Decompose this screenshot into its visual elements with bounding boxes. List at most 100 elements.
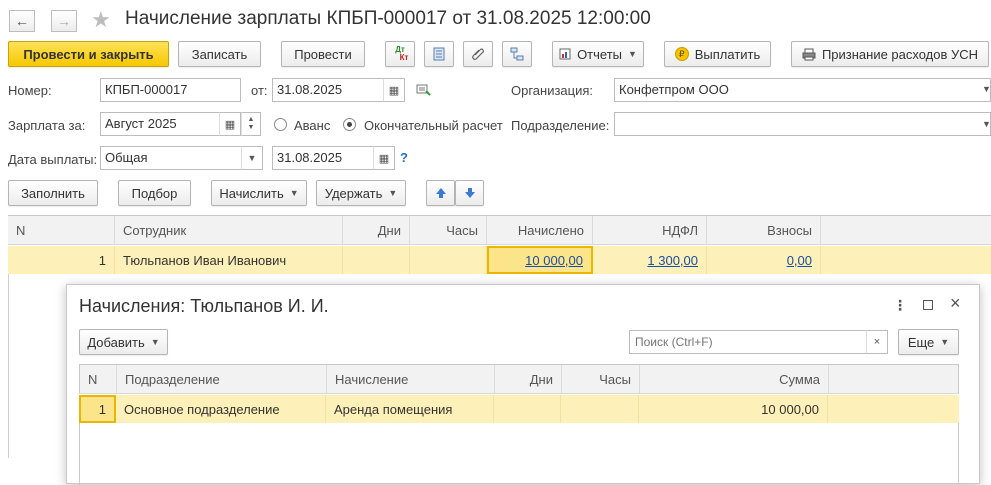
row-n: 1 <box>8 246 115 274</box>
number-edit-icon[interactable] <box>416 83 432 100</box>
register-list-button[interactable] <box>424 41 454 67</box>
more-button[interactable]: Еще ▼ <box>898 329 959 355</box>
col-n[interactable]: N <box>8 216 115 244</box>
printer-icon <box>802 48 816 60</box>
help-icon[interactable]: ? <box>400 150 408 165</box>
dropdown-arrow-icon: ▼ <box>150 337 160 347</box>
search-input[interactable] <box>629 330 867 354</box>
forward-button[interactable]: → <box>51 10 77 32</box>
popup-col-days[interactable]: Дни <box>495 365 562 393</box>
move-up-button[interactable] <box>426 180 455 206</box>
spin-down-icon: ▼ <box>247 124 255 131</box>
popup-title: Начисления: Тюльпанов И. И. <box>79 296 329 316</box>
accrue-button[interactable]: Начислить ▼ <box>211 180 307 206</box>
arrow-right-icon: → <box>57 13 71 29</box>
calendar-icon[interactable]: ▦ <box>383 78 405 102</box>
popup-row-sum[interactable]: 10 000,00 <box>639 395 828 423</box>
month-field[interactable]: Август 2025 <box>100 112 220 136</box>
add-button[interactable]: Добавить ▼ <box>79 329 168 355</box>
date-from-label: от: <box>251 83 268 98</box>
row-contrib-cell[interactable]: 0,00 <box>707 246 821 274</box>
dropdown-arrow-icon: ▼ <box>940 337 950 347</box>
paperclip-icon <box>472 48 484 60</box>
row-accrued-cell[interactable]: 10 000,00 <box>487 246 593 274</box>
dt-kt-button[interactable]: Дт Кт <box>385 41 415 67</box>
pay-date-field[interactable]: 31.08.2025 <box>272 146 374 170</box>
row-days[interactable] <box>343 246 410 274</box>
advance-radio[interactable] <box>274 118 287 131</box>
pay-date-calendar-icon[interactable]: ▦ <box>373 146 395 170</box>
col-employee[interactable]: Сотрудник <box>115 216 343 244</box>
popup-col-accrual[interactable]: Начисление <box>327 365 495 393</box>
move-down-button[interactable] <box>455 180 484 206</box>
row-ndfl-link[interactable]: 1 300,00 <box>647 253 698 268</box>
organization-field[interactable]: Конфетпром ООО <box>614 78 991 102</box>
popup-col-sum[interactable]: Сумма <box>640 365 829 393</box>
popup-row-dept[interactable]: Основное подразделение <box>116 395 326 423</box>
month-spinner[interactable]: ▲ ▼ <box>241 112 261 136</box>
popup-col-n[interactable]: N <box>80 365 117 393</box>
fill-button[interactable]: Заполнить <box>8 180 98 206</box>
pay-date-type-field[interactable]: Общая <box>100 146 242 170</box>
number-field[interactable]: КПБП-000017 <box>100 78 241 102</box>
usn-label: Признание расходов УСН <box>821 46 979 62</box>
arrow-left-icon: ← <box>15 13 29 29</box>
date-field[interactable]: 31.08.2025 <box>272 78 384 102</box>
maximize-icon[interactable] <box>923 300 933 310</box>
pay-label: Выплатить <box>694 46 761 62</box>
deduct-button[interactable]: Удержать ▼ <box>316 180 406 206</box>
popup-table-header: N Подразделение Начисление Дни Часы Сумм… <box>79 364 959 394</box>
back-button[interactable]: ← <box>9 10 35 32</box>
more-vert-icon[interactable]: ⋮ <box>893 297 907 314</box>
col-accrued[interactable]: Начислено <box>487 216 593 244</box>
col-days[interactable]: Дни <box>343 216 410 244</box>
reports-button[interactable]: Отчеты ▼ <box>552 41 644 67</box>
attach-button[interactable] <box>463 41 493 67</box>
popup-row-hours[interactable] <box>561 395 639 423</box>
post-and-close-button[interactable]: Провести и закрыть <box>8 41 169 67</box>
popup-table-row[interactable]: 1 Основное подразделение Аренда помещени… <box>79 395 959 423</box>
department-dropdown-icon[interactable]: ▼ <box>982 119 991 129</box>
post-button[interactable]: Провести <box>281 41 365 67</box>
pay-button[interactable]: ₽ Выплатить <box>664 41 771 67</box>
pay-date-type-dropdown-icon[interactable]: ▼ <box>241 146 263 170</box>
month-calendar-icon[interactable]: ▦ <box>219 112 241 136</box>
row-employee[interactable]: Тюльпанов Иван Иванович <box>115 246 343 274</box>
col-hours[interactable]: Часы <box>410 216 487 244</box>
popup-row-accrual[interactable]: Аренда помещения <box>326 395 494 423</box>
advance-label: Аванс <box>294 118 331 133</box>
accrue-label: Начислить <box>219 185 284 201</box>
popup-table-right-border <box>958 423 959 485</box>
hierarchy-icon <box>510 47 524 61</box>
list-icon <box>433 47 445 61</box>
row-hours[interactable] <box>410 246 487 274</box>
row-accrued-link[interactable]: 10 000,00 <box>525 253 583 268</box>
popup-col-dept[interactable]: Подразделение <box>117 365 327 393</box>
close-icon[interactable]: × <box>950 293 961 314</box>
row-contrib-link[interactable]: 0,00 <box>787 253 812 268</box>
report-icon <box>559 48 571 60</box>
final-calc-radio[interactable] <box>343 118 356 131</box>
popup-row-days[interactable] <box>494 395 561 423</box>
select-button[interactable]: Подбор <box>118 180 191 206</box>
organization-dropdown-icon[interactable]: ▼ <box>982 84 991 94</box>
col-contrib[interactable]: Взносы <box>707 216 821 244</box>
department-field[interactable] <box>614 112 991 136</box>
popup-table-left-border <box>79 423 80 485</box>
department-label: Подразделение: <box>511 118 610 133</box>
popup-col-hours[interactable]: Часы <box>562 365 640 393</box>
window-title: Начисление зарплаты КПБП-000017 от 31.08… <box>125 8 651 29</box>
save-button[interactable]: Записать <box>178 41 261 67</box>
table-row[interactable]: 1 Тюльпанов Иван Иванович 10 000,00 1 30… <box>8 246 991 274</box>
dropdown-arrow-icon: ▼ <box>388 188 398 198</box>
more-label: Еще <box>907 334 935 350</box>
star-icon[interactable]: ★ <box>91 7 111 33</box>
col-ndfl[interactable]: НДФЛ <box>593 216 707 244</box>
usn-expenses-button[interactable]: Признание расходов УСН <box>791 41 989 67</box>
salary-for-label: Зарплата за: <box>8 118 86 133</box>
table-left-border <box>8 274 9 458</box>
structure-button[interactable] <box>502 41 532 67</box>
organization-label: Организация: <box>511 83 594 98</box>
search-clear-button[interactable]: × <box>866 330 888 354</box>
row-ndfl-cell[interactable]: 1 300,00 <box>593 246 707 274</box>
